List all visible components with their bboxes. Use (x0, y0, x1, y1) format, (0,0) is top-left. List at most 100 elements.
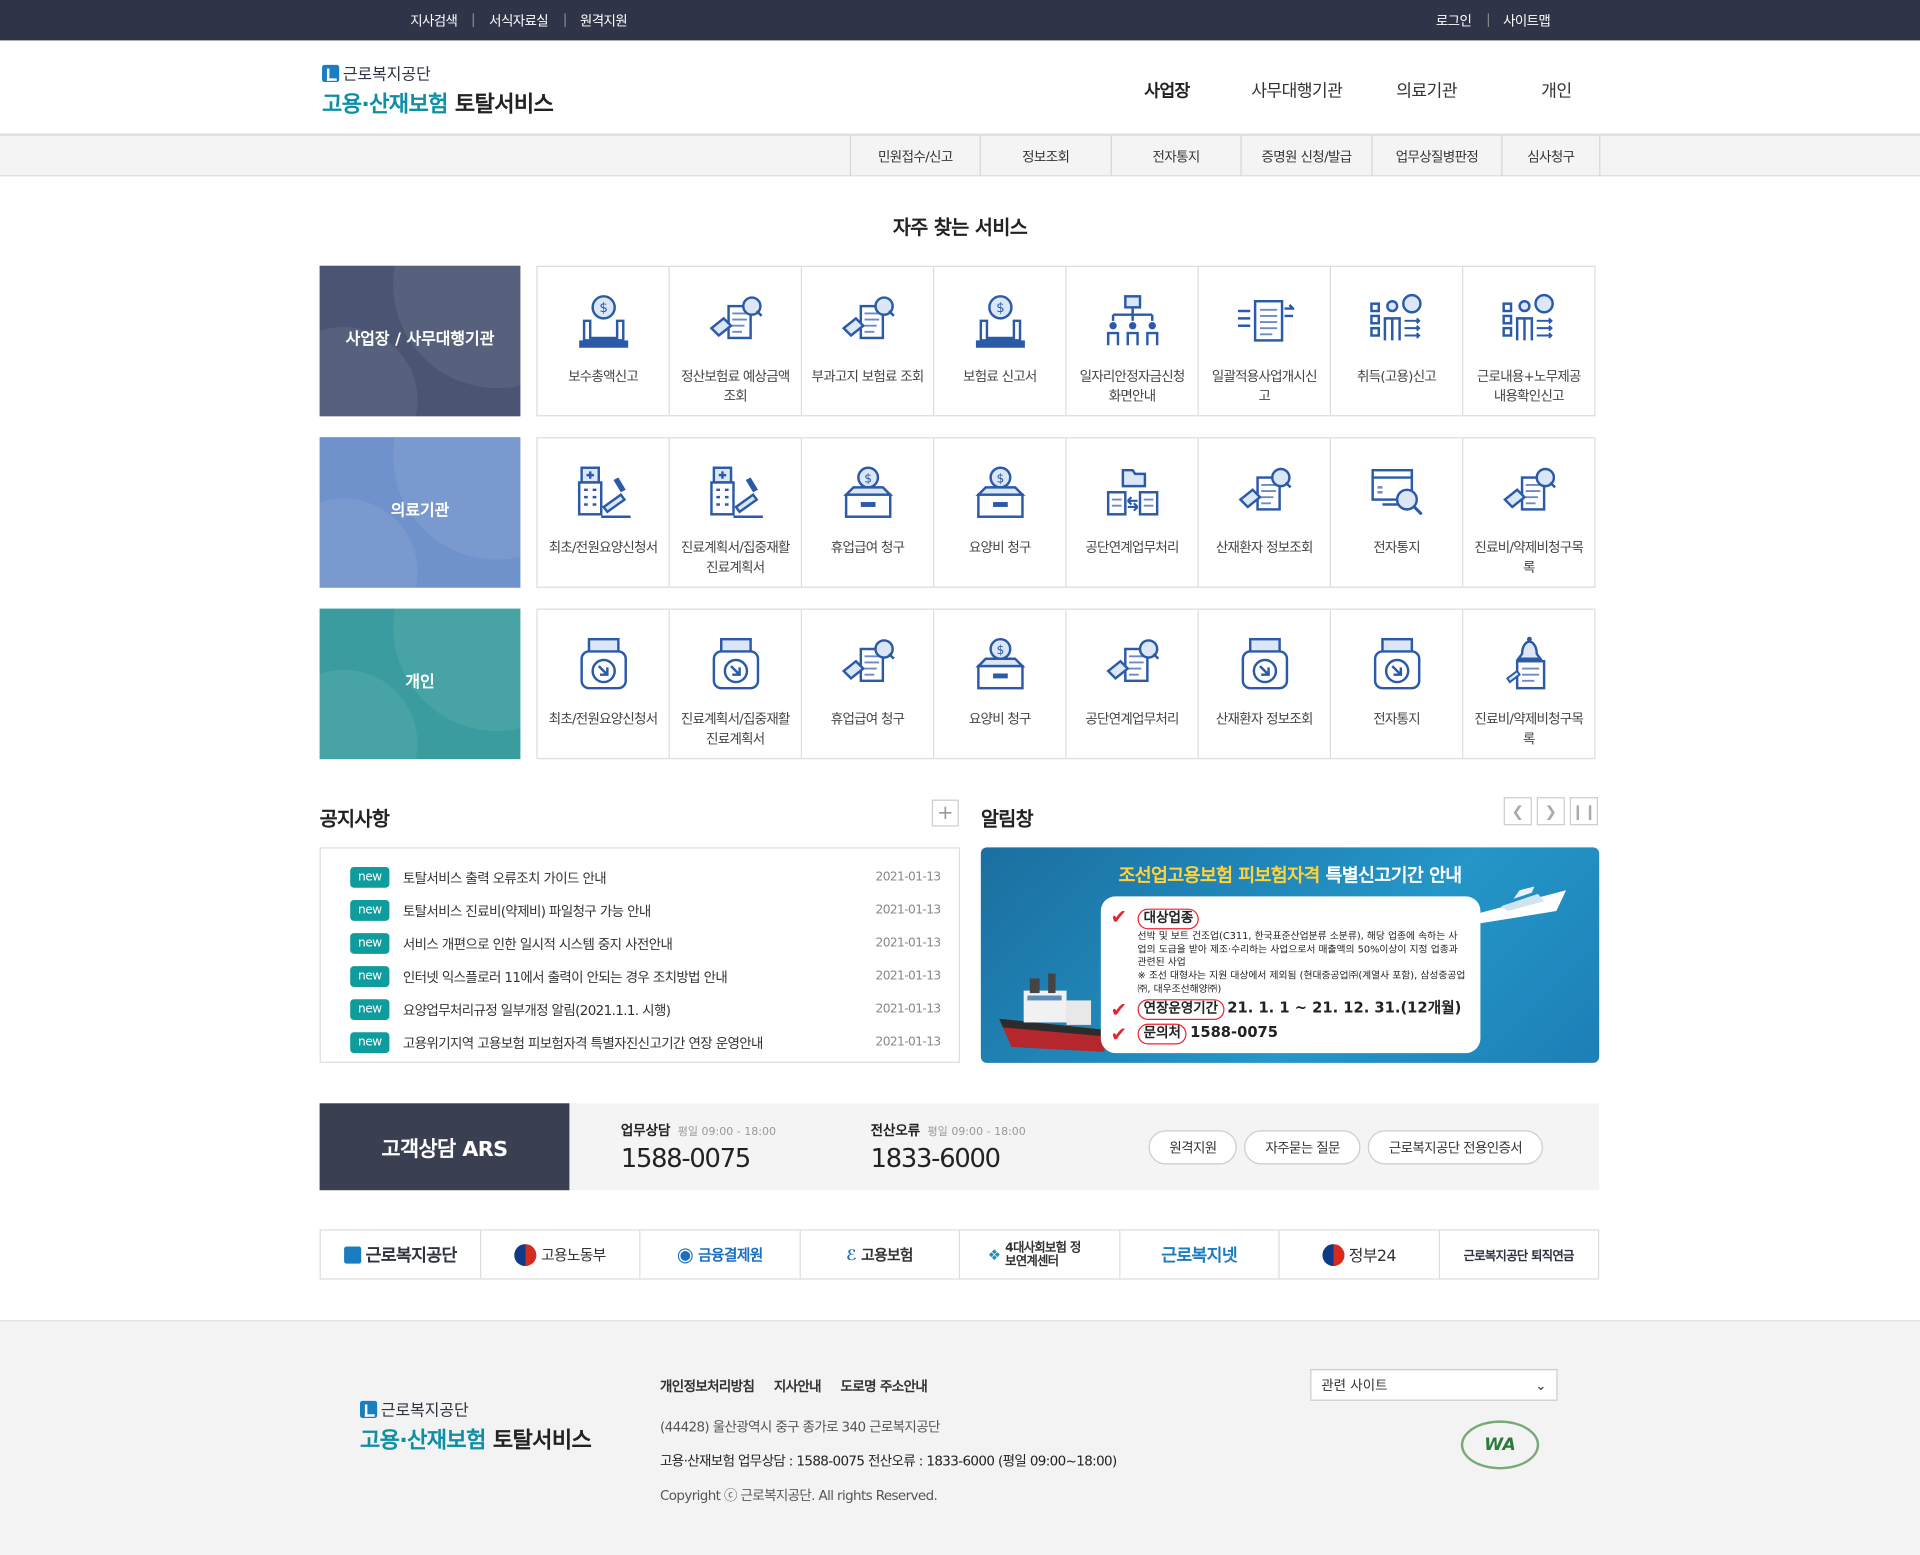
ars-work-phone: 1588-0075 (620, 1143, 751, 1174)
notice-item[interactable]: new 토탈서비스 출력 오류조치 가이드 안내 2021-01-13 (350, 861, 959, 894)
service-item-label: 공단연계업무처리 (1085, 711, 1179, 728)
web-accessibility-mark: WA (1460, 1420, 1540, 1470)
service-item[interactable]: 진료비/약제비청구목록 (1463, 610, 1594, 758)
service-item[interactable]: 휴업급여 청구 (802, 609, 935, 758)
service-item[interactable]: 부과고지 보험료 조회 (802, 266, 935, 416)
partner-4insure[interactable]: ❖ 4대사회보험 정보연계센터 (960, 1230, 1120, 1279)
banner-label-target: 대상업종 (1137, 908, 1200, 930)
service-item[interactable]: 진료계획서/집중재활진료계획서 (670, 438, 803, 587)
subnav-certificate[interactable]: 증명원 신청/발급 (1240, 135, 1371, 177)
notice-more-button[interactable]: + (931, 799, 959, 827)
subnav-review-request[interactable]: 심사청구 (1501, 135, 1601, 177)
subnav-info-query[interactable]: 정보조회 (979, 135, 1111, 177)
person-checklist-icon (1367, 291, 1426, 357)
partner-welfare-net[interactable]: 근로복지넷 (1120, 1230, 1280, 1279)
print-arrow-icon (1235, 634, 1294, 700)
pause-icon[interactable]: ❙❙ (1569, 797, 1598, 826)
service-item[interactable]: 진료비/약제비청구목록 (1463, 438, 1594, 586)
partner-kftc[interactable]: ◉ 금융결제원 (640, 1230, 801, 1279)
service-item[interactable]: $ 요양비 청구 (934, 438, 1067, 587)
service-item[interactable]: 전자통지 (1331, 438, 1464, 587)
notice-item[interactable]: new 토탈서비스 진료비(약제비) 파일청구 가능 안내 2021-01-13 (350, 894, 959, 927)
subnav-e-notice[interactable]: 전자통지 (1110, 135, 1241, 177)
service-row: 사업장 / 사무대행기관 $ 보수총액신고 정산보험료 예상금액 조회 부과고지 보험료… (319, 265, 1596, 417)
login-link[interactable]: 로그인 (1420, 10, 1487, 30)
logo-service-dark: 토탈서비스 (454, 91, 554, 118)
service-item[interactable]: $ 요양비 청구 (934, 609, 1067, 758)
branch-info-link[interactable]: 지사안내 (774, 1376, 822, 1396)
privacy-policy-link[interactable]: 개인정보처리방침 (660, 1376, 755, 1396)
service-item[interactable]: $ 보험료 신고서 (934, 266, 1067, 416)
service-item[interactable]: 취득(고용)신고 (1331, 266, 1464, 416)
banner-title-a: 조선업 (1118, 864, 1168, 887)
faq-button[interactable]: 자주묻는 질문 (1244, 1130, 1361, 1165)
svg-text:$: $ (864, 471, 872, 485)
road-address-link[interactable]: 도로명 주소안내 (841, 1376, 928, 1396)
service-category-label: 개인 (405, 674, 435, 693)
taegeuk-icon (514, 1243, 537, 1266)
ars-title: 고객상담 ARS (319, 1103, 570, 1191)
svg-text:$: $ (996, 301, 1005, 316)
service-item[interactable]: 정산보험료 예상금액 조회 (670, 266, 803, 416)
service-item-label: 요양비 청구 (968, 540, 1032, 556)
gnb-business[interactable]: 사업장 (1102, 78, 1232, 102)
alert-banner[interactable]: 조선업고용보험 피보험자격 특별신고기간 안내 ✔ 대상업종 선박 및 보트 건… (980, 847, 1600, 1063)
notice-item[interactable]: new 서비스 개편으로 인한 일시적 시스템 중지 사전안내 2021-01-13 (350, 927, 959, 960)
service-item-label: 근로내용+노무제공내용확인신고 (1476, 368, 1582, 405)
service-item[interactable]: $ 보수총액신고 (538, 266, 670, 416)
partner-logos: 근로복지공단 고용노동부 ◉ 금융결제원 ℰ 고용보험 ❖ 4대사회보험 정보연계센터… (319, 1229, 1600, 1280)
related-sites-select[interactable]: 관련 사이트 ⌄ (1310, 1368, 1558, 1401)
gnb-medical[interactable]: 의료기관 (1362, 78, 1492, 102)
service-item[interactable]: 근로내용+노무제공내용확인신고 (1463, 267, 1594, 415)
kcomwel-logo-icon (322, 64, 340, 82)
gnb-personal[interactable]: 개인 (1491, 78, 1621, 102)
notice-item-title: 인터넷 익스플로러 11에서 출력이 안되는 경우 조치방법 안내 (402, 969, 728, 986)
service-item-label: 산재환자 정보조회 (1215, 711, 1314, 728)
service-item[interactable]: 일괄적용사업개시신고 (1199, 266, 1332, 416)
forms-library-link[interactable]: 서식자료실 (473, 10, 564, 30)
notice-item[interactable]: new 요양업무처리규정 일부개정 알림(2021.1.1. 시행) 2021-01… (350, 993, 959, 1026)
remote-support-button[interactable]: 원격지원 (1148, 1130, 1238, 1165)
service-item[interactable]: 산재환자 정보조회 (1199, 438, 1332, 587)
service-item[interactable]: 공단연계업무처리 (1067, 438, 1199, 587)
service-item[interactable]: 최초/전원요양신청서 (538, 438, 670, 587)
notice-item[interactable]: new 고용위기지역 고용보험 피보험자격 특별자진신고기간 연장 운영안내 202… (350, 1026, 959, 1059)
notice-item[interactable]: new 인터넷 익스플로러 11에서 출력이 안되는 경우 조치방법 안내 2021… (350, 960, 959, 993)
service-item[interactable]: 공단연계업무처리 (1067, 609, 1199, 758)
partner-kcomwel[interactable]: 근로복지공단 (321, 1230, 481, 1279)
service-category[interactable]: 의료기관 (319, 437, 521, 588)
gnb-agency[interactable]: 사무대행기관 (1232, 78, 1362, 102)
service-item-label: 부과고지 보험료 조회 (811, 368, 925, 385)
service-item[interactable]: 진료계획서/집중재활진료계획서 (670, 609, 803, 758)
service-category[interactable]: 개인 (319, 608, 521, 760)
branch-search-link[interactable]: 지사검색 (394, 10, 473, 30)
sitemap-link[interactable]: 사이트맵 (1487, 10, 1566, 30)
notice-item-date: 2021-01-13 (875, 1002, 942, 1017)
site-footer: 근로복지공단 고용·산재보험 토탈서비스 개인정보처리방침 지사안내 도로명 주… (0, 1320, 1920, 1555)
partner-moel[interactable]: 고용노동부 (481, 1230, 641, 1279)
footer-contact: 고용·산재보험 업무상담 : 1588-0075 전산오류 : 1833-600… (660, 1453, 1117, 1470)
partner-pension[interactable]: 근로복지공단 퇴직연금 (1439, 1231, 1598, 1279)
subnav-civil-report[interactable]: 민원접수/신고 (849, 135, 980, 177)
svg-text:$: $ (599, 301, 608, 316)
service-item[interactable]: 최초/전원요양신청서 (538, 609, 670, 758)
service-category[interactable]: 사업장 / 사무대행기관 (319, 265, 521, 417)
service-item[interactable]: 전자통지 (1331, 609, 1464, 758)
prev-arrow-icon[interactable]: ❮ (1503, 797, 1532, 826)
site-logo[interactable]: 근로복지공단 고용·산재보험 토탈서비스 (322, 61, 554, 119)
service-item[interactable]: $ 휴업급여 청구 (802, 438, 935, 587)
service-item-label: 최초/전원요양신청서 (548, 711, 658, 728)
document-search-icon (706, 291, 765, 357)
partner-ei[interactable]: ℰ 고용보험 (800, 1230, 961, 1279)
banner-info-card: ✔ 대상업종 선박 및 보트 건조업(C311, 한국표준산업분류 소분류), … (1100, 896, 1481, 1054)
service-item[interactable]: 일자리안정자금신청화면안내 (1067, 266, 1199, 416)
next-arrow-icon[interactable]: ❯ (1536, 797, 1565, 826)
frequent-services-title: 자주 찾는 서비스 (892, 215, 1028, 239)
remote-support-link[interactable]: 원격지원 (563, 10, 643, 30)
partner-gov24[interactable]: 정부24 (1280, 1230, 1440, 1279)
banner-target-text: 선박 및 보트 건조업(C311, 한국표준산업분류 소분류), 해당 업종에 … (1137, 930, 1458, 968)
subnav-disease-judgment[interactable]: 업무상질병판정 (1371, 135, 1501, 177)
certificate-button[interactable]: 근로복지공단 전용인증서 (1368, 1130, 1543, 1165)
hospital-write-icon (706, 463, 765, 529)
service-item[interactable]: 산재환자 정보조회 (1199, 609, 1332, 758)
